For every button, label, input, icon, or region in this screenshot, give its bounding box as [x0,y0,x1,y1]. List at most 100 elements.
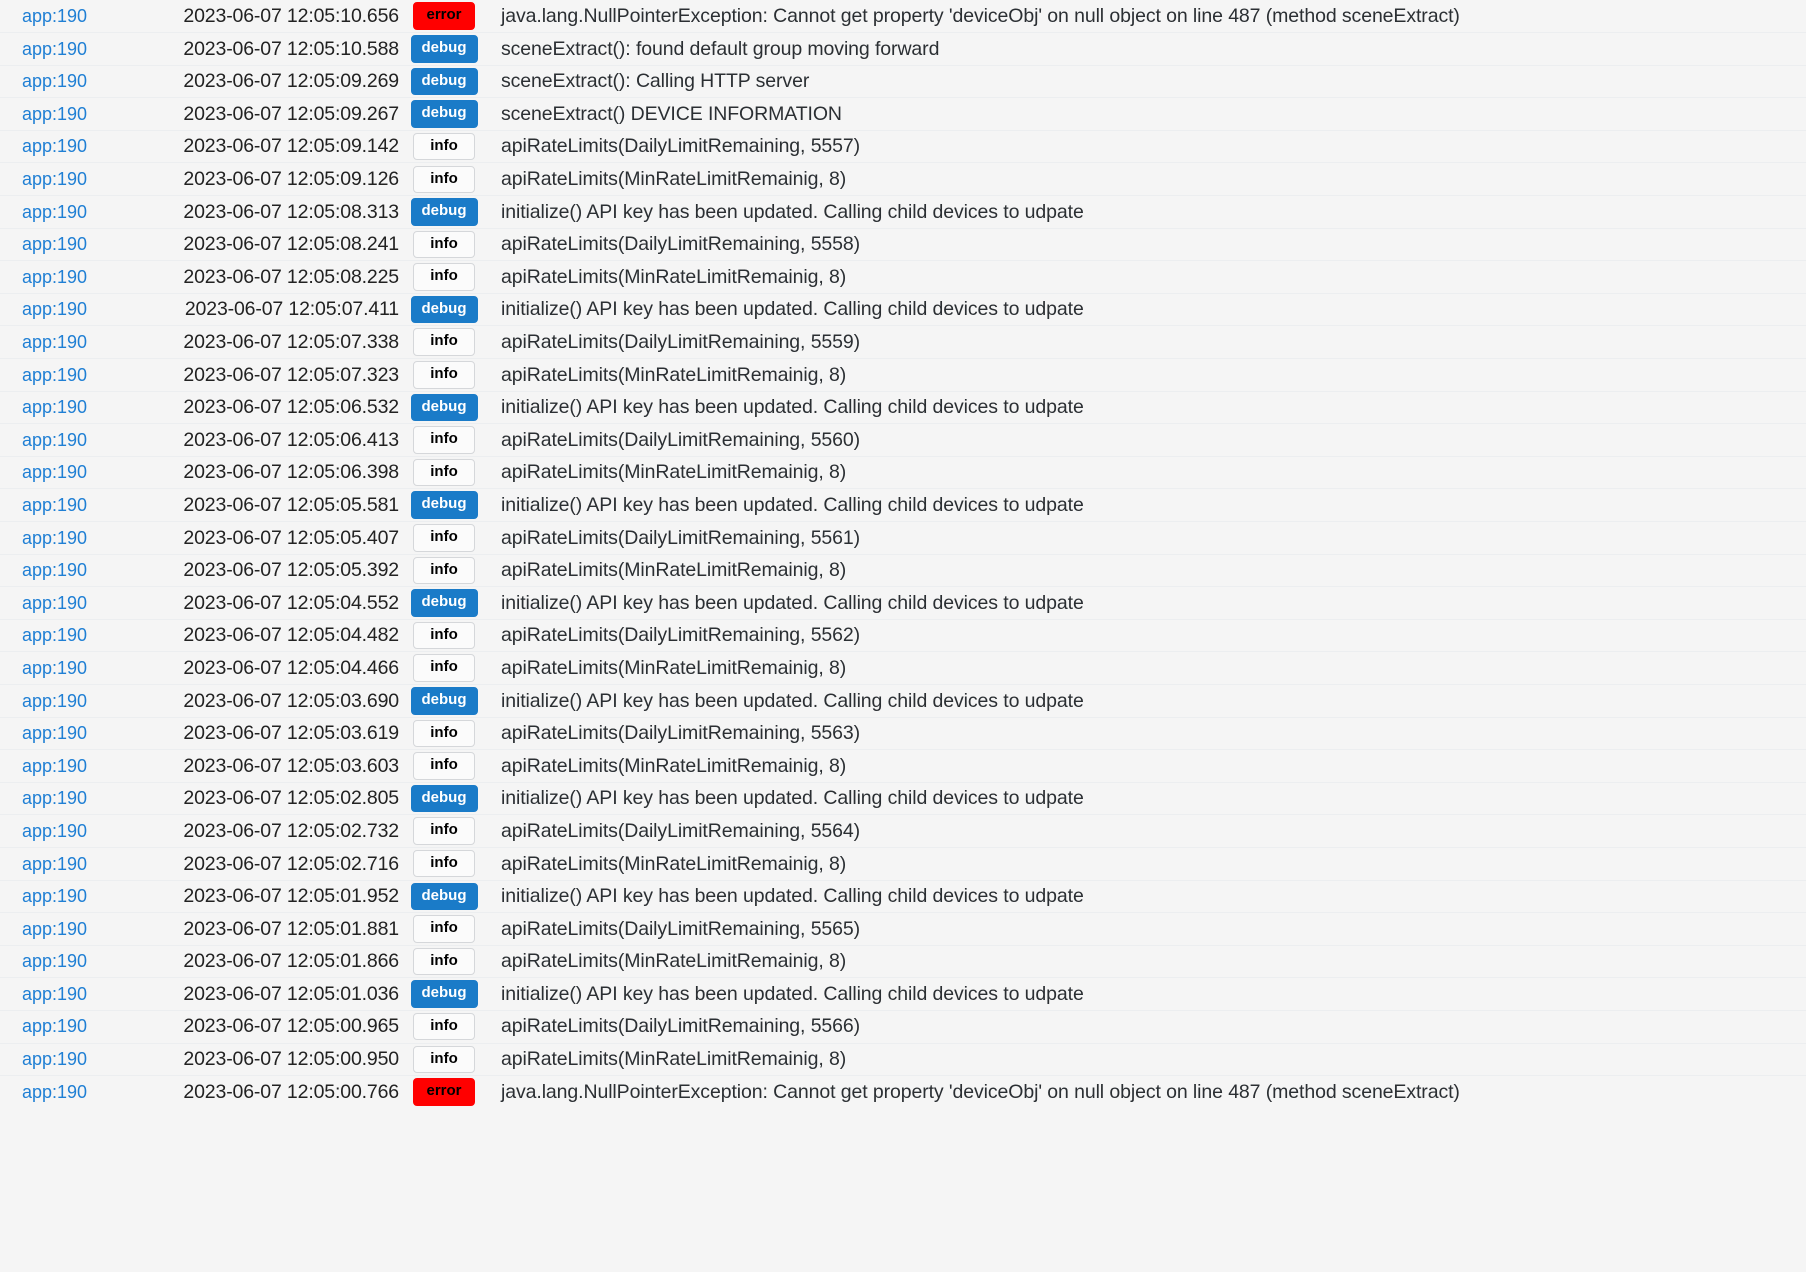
log-source-link[interactable]: app:190 [22,658,87,678]
log-row[interactable]: app:190 2023-06-07 12:05:04.552 debug initi… [0,586,1806,620]
log-source-link[interactable]: app:190 [22,1049,87,1069]
log-source-link[interactable]: app:190 [22,495,87,515]
log-row[interactable]: app:190 2023-06-07 12:05:01.866 info apiRat… [0,944,1806,978]
log-row[interactable]: app:190 2023-06-07 12:05:01.952 debug initi… [0,879,1806,913]
log-row[interactable]: app:190 2023-06-07 12:05:08.313 debug initi… [0,195,1806,229]
log-source-link[interactable]: app:190 [22,854,87,874]
log-row[interactable]: app:190 2023-06-07 12:05:04.466 info apiRat… [0,651,1806,685]
log-source-cell: app:190 [0,292,140,326]
log-source-cell: app:190 [0,32,140,66]
log-row[interactable]: app:190 2023-06-07 12:05:02.805 debug initi… [0,781,1806,815]
log-timestamp: 2023-06-07 12:05:09.269 [140,64,405,98]
log-level-badge-debug: debug [410,491,478,519]
log-row[interactable]: app:190 2023-06-07 12:05:10.656 error java.… [0,0,1806,33]
log-source-link[interactable]: app:190 [22,1082,87,1102]
log-timestamp: 2023-06-07 12:05:09.126 [140,162,405,196]
log-source-link[interactable]: app:190 [22,39,87,59]
log-level-cell: error [405,0,483,33]
log-row[interactable]: app:190 2023-06-07 12:05:01.881 info apiRat… [0,912,1806,946]
log-source-link[interactable]: app:190 [22,951,87,971]
log-row[interactable]: app:190 2023-06-07 12:05:06.413 info apiRat… [0,423,1806,457]
log-row[interactable]: app:190 2023-06-07 12:05:02.716 info apiRat… [0,846,1806,881]
log-source-link[interactable]: app:190 [22,136,87,156]
log-row[interactable]: app:190 2023-06-07 12:05:02.732 info apiRat… [0,814,1806,848]
log-row[interactable]: app:190 2023-06-07 12:05:03.690 debug initi… [0,683,1806,718]
log-row[interactable]: app:190 2023-06-07 12:05:00.965 info apiRat… [0,1009,1806,1043]
log-timestamp: 2023-06-07 12:05:05.392 [140,553,405,587]
log-row[interactable]: app:190 2023-06-07 12:05:05.407 info apiRat… [0,521,1806,555]
log-source-link[interactable]: app:190 [22,593,87,613]
log-source-link[interactable]: app:190 [22,332,87,352]
log-source-link[interactable]: app:190 [22,430,87,450]
log-row[interactable]: app:190 2023-06-07 12:05:09.126 info apiRat… [0,162,1806,196]
log-source-link[interactable]: app:190 [22,397,87,417]
log-level-cell: debug [405,97,483,131]
log-row[interactable]: app:190 2023-06-07 12:05:04.482 info apiRat… [0,618,1806,652]
log-row[interactable]: app:190 2023-06-07 12:05:09.142 info apiRat… [0,129,1806,163]
log-source-cell: app:190 [0,1009,140,1043]
log-source-cell: app:190 [0,260,140,294]
log-level-cell: debug [405,781,483,815]
log-source-cell: app:190 [0,814,140,848]
log-source-link[interactable]: app:190 [22,625,87,645]
log-source-link[interactable]: app:190 [22,886,87,906]
log-level-cell: debug [405,488,483,522]
log-timestamp: 2023-06-07 12:05:07.338 [140,325,405,359]
log-source-link[interactable]: app:190 [22,71,87,91]
log-row[interactable]: app:190 2023-06-07 12:05:07.338 info apiRat… [0,325,1806,359]
log-source-link[interactable]: app:190 [22,723,87,743]
log-row[interactable]: app:190 2023-06-07 12:05:03.619 info apiRat… [0,716,1806,750]
log-row[interactable]: app:190 2023-06-07 12:05:05.392 info apiRat… [0,553,1806,587]
log-message: apiRateLimits(DailyLimitRemaining, 5564) [483,814,1806,848]
log-timestamp: 2023-06-07 12:05:09.267 [140,97,405,131]
log-level-cell: info [405,912,483,946]
log-level-badge-info: info [413,947,475,976]
log-message: apiRateLimits(DailyLimitRemaining, 5560) [483,423,1806,457]
log-row[interactable]: app:190 2023-06-07 12:05:07.411 debug initi… [0,292,1806,326]
log-row[interactable]: app:190 2023-06-07 12:05:06.532 debug initi… [0,390,1806,424]
log-source-link[interactable]: app:190 [22,462,87,482]
log-row[interactable]: app:190 2023-06-07 12:05:08.225 info apiRat… [0,260,1806,294]
log-source-link[interactable]: app:190 [22,234,87,254]
log-source-cell: app:190 [0,358,140,392]
log-message: apiRateLimits(MinRateLimitRemainig, 8) [483,846,1806,881]
log-source-link[interactable]: app:190 [22,299,87,319]
log-row[interactable]: app:190 2023-06-07 12:05:05.581 debug initi… [0,488,1806,522]
log-row[interactable]: app:190 2023-06-07 12:05:09.269 debug scene… [0,64,1806,98]
log-source-link[interactable]: app:190 [22,267,87,287]
log-source-link[interactable]: app:190 [22,788,87,808]
log-source-link[interactable]: app:190 [22,919,87,939]
log-source-link[interactable]: app:190 [22,1016,87,1036]
log-row[interactable]: app:190 2023-06-07 12:05:06.398 info apiRat… [0,455,1806,489]
log-source-link[interactable]: app:190 [22,202,87,222]
log-row[interactable]: app:190 2023-06-07 12:05:03.603 info apiRat… [0,749,1806,783]
log-row[interactable]: app:190 2023-06-07 12:05:10.588 debug scene… [0,32,1806,66]
log-timestamp: 2023-06-07 12:05:05.581 [140,488,405,522]
log-row[interactable]: app:190 2023-06-07 12:05:00.950 info apiRat… [0,1042,1806,1076]
log-table: app:190 2023-06-07 12:05:10.656 error java.… [0,0,1806,1109]
log-source-cell: app:190 [0,97,140,131]
log-row[interactable]: app:190 2023-06-07 12:05:08.241 info apiRat… [0,227,1806,261]
log-level-badge-info: info [413,719,475,748]
log-source-cell: app:190 [0,455,140,489]
log-source-link[interactable]: app:190 [22,691,87,711]
log-source-cell: app:190 [0,912,140,946]
log-level-badge-info: info [413,263,475,291]
log-message: apiRateLimits(DailyLimitRemaining, 5566) [483,1009,1806,1043]
log-row[interactable]: app:190 2023-06-07 12:05:09.267 debug scene… [0,97,1806,131]
log-source-link[interactable]: app:190 [22,984,87,1004]
log-row[interactable]: app:190 2023-06-07 12:05:07.323 info apiRat… [0,358,1806,392]
log-source-link[interactable]: app:190 [22,821,87,841]
log-source-link[interactable]: app:190 [22,104,87,124]
log-level-badge-debug: debug [410,67,478,96]
log-source-link[interactable]: app:190 [22,560,87,580]
log-source-cell: app:190 [0,846,140,881]
log-source-link[interactable]: app:190 [22,528,87,548]
log-row[interactable]: app:190 2023-06-07 12:05:01.036 debug initi… [0,977,1806,1011]
log-source-link[interactable]: app:190 [22,756,87,776]
log-row[interactable]: app:190 2023-06-07 12:05:00.766 error java.… [0,1075,1806,1109]
log-source-link[interactable]: app:190 [22,169,87,189]
log-timestamp: 2023-06-07 12:05:03.603 [140,749,405,783]
log-source-link[interactable]: app:190 [22,6,87,26]
log-source-link[interactable]: app:190 [22,365,87,385]
